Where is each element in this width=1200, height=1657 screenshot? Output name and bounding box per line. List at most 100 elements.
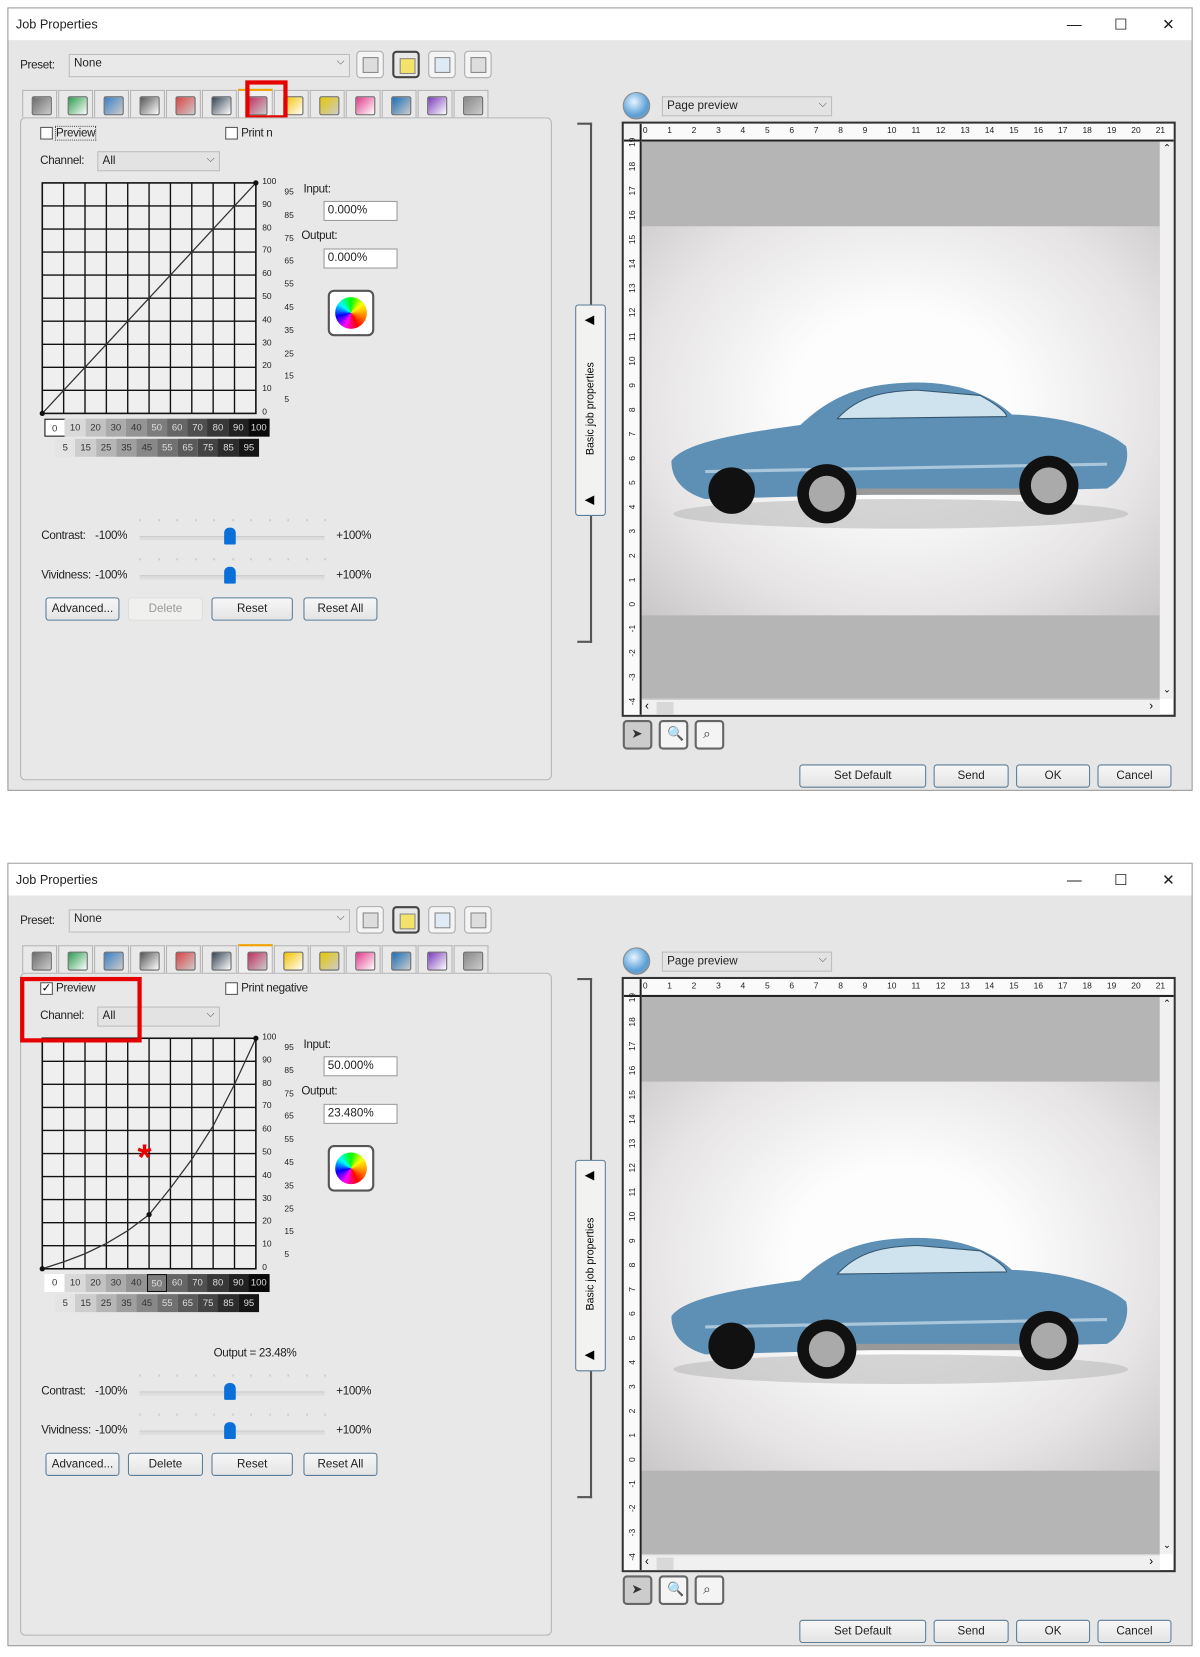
gray-swatch[interactable]: 10 [64, 1274, 86, 1293]
channel-select[interactable]: All ⌵ [97, 151, 220, 172]
gray-swatch[interactable]: 40 [126, 418, 147, 437]
tone-curve-graph[interactable] [39, 180, 259, 417]
tab-layout[interactable] [58, 945, 94, 973]
basic-job-properties-toggle[interactable]: ◀ ◀ Basic job properties [575, 304, 606, 516]
scroll-left-icon[interactable]: ‹ [645, 1555, 649, 1568]
vividness-slider-thumb[interactable] [224, 566, 236, 584]
basic-job-properties-toggle[interactable]: ◀ ◀ Basic job properties [575, 1159, 606, 1372]
tab-spot-color[interactable] [309, 89, 345, 118]
vertical-scrollbar[interactable] [1159, 997, 1174, 1555]
delete-preset-button[interactable] [464, 50, 492, 79]
contrast-slider-thumb[interactable] [224, 1382, 236, 1400]
tab-print-settings[interactable] [22, 89, 58, 118]
output-field[interactable]: 23.480% [323, 1103, 398, 1124]
zoom-fit-tool-button[interactable]: ⌕ [694, 720, 725, 750]
zoom-tool-button[interactable]: 🔍 [658, 1575, 689, 1605]
gray-swatch[interactable]: 95 [238, 1294, 260, 1313]
gray-swatch[interactable]: 100 [248, 418, 270, 437]
gray-swatch[interactable]: 55 [157, 1294, 178, 1313]
minimize-button[interactable]: — [1058, 13, 1090, 36]
gray-swatch[interactable]: 50 [146, 1274, 168, 1293]
gray-swatch[interactable]: 5 [54, 438, 76, 457]
close-button[interactable]: ✕ [1152, 13, 1184, 36]
minimize-button[interactable]: — [1058, 868, 1090, 891]
gray-swatch[interactable]: 45 [136, 1294, 158, 1313]
tab-page[interactable] [201, 89, 237, 118]
gray-swatch[interactable]: 30 [105, 418, 127, 437]
tab-color-management[interactable] [94, 945, 129, 973]
reset-all-button[interactable]: Reset All [303, 597, 378, 621]
preview-mode-icon[interactable] [622, 947, 651, 975]
scroll-up-icon[interactable]: ⌃ [1163, 998, 1171, 1010]
close-button[interactable]: ✕ [1152, 868, 1184, 891]
maximize-button[interactable]: ☐ [1105, 868, 1137, 891]
advanced-button[interactable]: Advanced... [45, 1452, 120, 1476]
preview-mode-select[interactable]: Page preview ⌵ [661, 951, 833, 972]
gray-swatch[interactable]: 15 [75, 438, 96, 457]
gray-swatch[interactable]: 95 [238, 438, 260, 457]
rename-preset-button[interactable] [428, 50, 456, 79]
gray-swatch[interactable]: 85 [218, 438, 239, 457]
tab-color-picker[interactable] [417, 89, 453, 118]
cancel-button[interactable]: Cancel [1097, 764, 1172, 788]
rename-preset-button[interactable] [428, 906, 456, 934]
scroll-down-icon[interactable]: ⌄ [1163, 1539, 1171, 1551]
gray-swatch[interactable]: 80 [207, 418, 229, 437]
gray-swatch[interactable]: 45 [136, 438, 158, 457]
tab-magic-wand[interactable] [453, 89, 489, 118]
gray-swatch[interactable]: 25 [95, 438, 117, 457]
zoom-tool-button[interactable]: 🔍 [658, 720, 689, 750]
set-default-button[interactable]: Set Default [799, 1619, 927, 1644]
contrast-slider-thumb[interactable] [224, 527, 236, 545]
gray-swatch[interactable]: 70 [187, 418, 208, 437]
reset-all-button[interactable]: Reset All [303, 1452, 378, 1476]
gray-swatch[interactable]: 55 [157, 438, 178, 457]
tab-spot-color[interactable] [309, 945, 345, 973]
gray-swatch[interactable]: 75 [197, 1294, 219, 1313]
tab-ink[interactable] [381, 89, 417, 118]
reset-button[interactable]: Reset [211, 1452, 293, 1476]
gray-swatch[interactable]: 65 [177, 1294, 199, 1313]
tab-page[interactable] [201, 945, 237, 973]
scroll-thumb[interactable] [656, 1557, 674, 1571]
vertical-scrollbar[interactable] [1159, 141, 1174, 699]
tab-layers[interactable] [273, 945, 309, 973]
gray-swatch[interactable]: 100 [248, 1274, 270, 1293]
advanced-button[interactable]: Advanced... [45, 597, 120, 621]
gray-swatch[interactable]: 85 [218, 1294, 239, 1313]
print-negative-checkbox[interactable] [225, 982, 238, 995]
gray-swatch[interactable]: 0 [44, 418, 66, 437]
zoom-fit-tool-button[interactable]: ⌕ [694, 1575, 725, 1605]
gray-swatch[interactable]: 0 [44, 1274, 66, 1293]
scroll-up-icon[interactable]: ⌃ [1163, 143, 1171, 155]
vividness-slider-thumb[interactable] [224, 1422, 236, 1439]
print-negative-checkbox[interactable] [225, 126, 238, 140]
scroll-down-icon[interactable]: ⌄ [1163, 684, 1171, 696]
gray-swatch[interactable]: 80 [207, 1274, 229, 1293]
set-default-button[interactable]: Set Default [799, 764, 927, 788]
delete-preset-button[interactable] [464, 906, 492, 934]
tab-bar-chart[interactable] [345, 89, 381, 118]
ok-button[interactable]: OK [1016, 764, 1091, 788]
tab-printer[interactable] [130, 945, 165, 973]
tab-magic-wand[interactable] [453, 945, 489, 973]
horizontal-scrollbar[interactable] [641, 698, 1160, 715]
save-preset-button[interactable] [356, 50, 384, 79]
gray-swatch[interactable]: 20 [85, 1274, 106, 1293]
scroll-left-icon[interactable]: ‹ [645, 700, 649, 713]
tab-color-adjustment[interactable] [237, 944, 273, 974]
delete-button[interactable]: Delete [127, 1452, 204, 1476]
gray-swatch[interactable]: 60 [166, 1274, 188, 1293]
gray-swatch[interactable]: 5 [54, 1294, 76, 1313]
gray-swatch[interactable]: 40 [126, 1274, 147, 1293]
preset-select[interactable]: None ⌵ [68, 53, 350, 78]
send-button[interactable]: Send [933, 764, 1009, 788]
save-as-preset-button[interactable] [392, 50, 420, 79]
scroll-right-icon[interactable]: › [1149, 1555, 1153, 1568]
gray-swatch[interactable]: 35 [116, 1294, 137, 1313]
preview-mode-select[interactable]: Page preview ⌵ [661, 96, 833, 117]
gray-swatch[interactable]: 75 [197, 438, 219, 457]
gray-swatch[interactable]: 50 [146, 418, 168, 437]
cancel-button[interactable]: Cancel [1097, 1619, 1172, 1644]
ok-button[interactable]: OK [1016, 1619, 1091, 1644]
